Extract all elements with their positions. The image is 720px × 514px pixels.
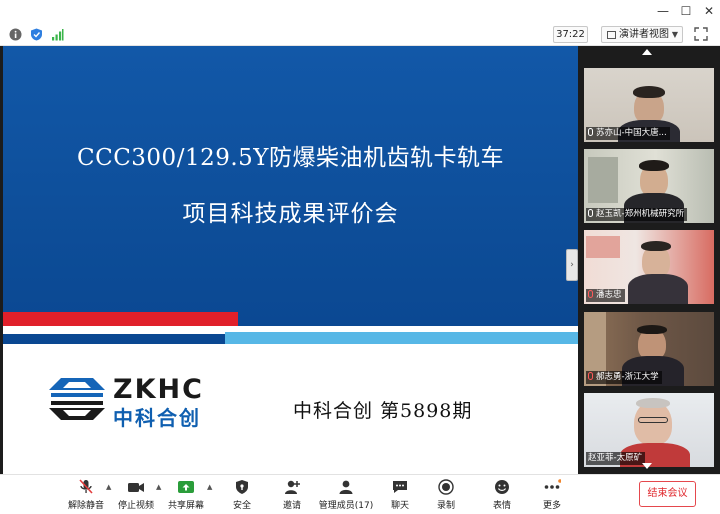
microphone-icon <box>588 128 593 136</box>
end-meeting-button[interactable]: 结束会议 <box>639 481 696 507</box>
unmute-button[interactable]: 解除静音 <box>62 477 110 513</box>
chevron-right-icon: › <box>570 260 574 270</box>
participant-name: 潘志忠 <box>596 290 622 300</box>
participant-hair <box>636 398 670 408</box>
slide-red-band <box>3 312 238 326</box>
participant-video-tile[interactable]: 郝志勇-浙江大学 <box>584 312 714 386</box>
close-window-button[interactable]: ✕ <box>698 2 720 20</box>
participant-body <box>628 274 688 304</box>
video-camera-icon <box>128 483 144 492</box>
participants-icon <box>339 480 353 494</box>
logo-text-en: ZKHC <box>113 374 204 405</box>
participant-hair <box>637 325 667 334</box>
meeting-stage: CCC300/129.5Y防爆柴油机齿轨卡轨车 项目科技成果评价会 ZKHC 中… <box>0 46 720 474</box>
participant-video-tile[interactable]: 赵玉凯-郑州机械研究所 <box>584 149 714 223</box>
more-button[interactable]: 更多 <box>532 477 572 513</box>
add-person-icon <box>285 480 300 494</box>
chat-icon <box>393 481 407 493</box>
video-options-chevron-icon[interactable]: ▲ <box>156 483 161 491</box>
stop-video-label: 停止视频 <box>117 501 154 511</box>
fullscreen-icon[interactable] <box>694 27 708 41</box>
record-icon <box>438 479 454 495</box>
participant-gallery: 苏亦山-中国大唐... 赵玉凯-郑州机械研究所 潘志忠 郝志勇-浙江大学 赵亚菲… <box>578 46 720 474</box>
participant-name: 赵亚菲-太原矿 <box>588 453 643 463</box>
manage-participants-button[interactable]: 管理成员(17) <box>318 477 374 513</box>
microphone-muted-icon <box>588 290 593 298</box>
zkhc-logo-icon <box>49 378 105 420</box>
chat-label: 聊天 <box>390 501 409 511</box>
share-options-chevron-icon[interactable]: ▲ <box>207 483 212 491</box>
invite-button[interactable]: 邀请 <box>272 477 312 513</box>
view-mode-dropdown[interactable]: 演讲者视图 ▼ <box>601 26 683 43</box>
shield-icon[interactable] <box>30 28 43 41</box>
grid-icon <box>607 31 616 39</box>
participant-name: 赵玉凯-郑州机械研究所 <box>596 209 685 219</box>
title-bar: — ☐ ✕ <box>0 0 720 22</box>
security-button[interactable]: 安全 <box>222 477 262 513</box>
participant-hair <box>639 160 669 171</box>
view-mode-label: 演讲者视图 <box>619 29 669 40</box>
meeting-window: — ☐ ✕ 37:22 演讲者视图 ▼ CCC300/129.5Y防爆柴油机齿轨… <box>0 0 720 514</box>
audio-options-chevron-icon[interactable]: ▲ <box>106 483 111 491</box>
share-screen-button[interactable]: 共享屏幕 <box>164 477 208 513</box>
stop-video-button[interactable]: 停止视频 <box>114 477 158 513</box>
meeting-toolbar: 解除静音 ▲ 停止视频 ▲ 共享屏幕 ▲ 安全 邀请 管理成员(17) 聊天 录… <box>0 474 720 514</box>
participant-name: 郝志勇-浙江大学 <box>596 372 659 382</box>
participant-name-label: 郝志勇-浙江大学 <box>586 371 662 384</box>
glasses <box>638 417 668 423</box>
scroll-up-arrow-icon[interactable] <box>642 49 652 55</box>
reactions-button[interactable]: 表情 <box>482 477 522 513</box>
minimize-button[interactable]: — <box>652 2 674 20</box>
info-icon[interactable] <box>9 28 22 41</box>
participant-hair <box>641 241 671 251</box>
share-screen-icon <box>178 481 194 493</box>
scroll-down-arrow-icon[interactable] <box>642 463 652 469</box>
security-label: 安全 <box>232 501 251 511</box>
slide-title-line1: CCC300/129.5Y防爆柴油机齿轨卡轨车 <box>77 145 504 171</box>
microphone-icon <box>588 209 593 217</box>
reactions-label: 表情 <box>492 501 511 511</box>
meeting-info-bar: 37:22 演讲者视图 ▼ <box>0 22 720 46</box>
participant-name-label: 潘志忠 <box>586 289 625 302</box>
record-label: 录制 <box>436 501 455 511</box>
microphone-muted-icon <box>79 479 93 494</box>
chat-button[interactable]: 聊天 <box>380 477 420 513</box>
microphone-muted-icon <box>588 372 593 380</box>
logo-text-cn: 中科合创 <box>113 406 201 430</box>
participant-name-label: 赵玉凯-郑州机械研究所 <box>586 208 688 221</box>
participant-name: 苏亦山-中国大唐... <box>596 128 667 138</box>
shield-icon <box>236 480 248 494</box>
share-screen-label: 共享屏幕 <box>167 501 204 511</box>
signal-icon[interactable] <box>51 28 64 41</box>
meeting-timer: 37:22 <box>553 26 588 43</box>
more-label: 更多 <box>542 501 561 511</box>
issue-number: 中科合创 第5898期 <box>293 400 473 422</box>
participant-video-tile[interactable]: 赵亚菲-太原矿 <box>584 393 714 467</box>
manage-participants-label: 管理成员(17) <box>318 501 374 511</box>
invite-label: 邀请 <box>282 501 301 511</box>
participant-video-tile[interactable]: 潘志忠 <box>584 230 714 304</box>
chevron-down-icon: ▼ <box>671 30 678 39</box>
emoji-icon <box>495 480 509 494</box>
participant-hair <box>633 86 665 98</box>
more-icon <box>544 479 561 489</box>
collapse-gallery-button[interactable]: › <box>566 249 578 281</box>
slide-title-line2: 项目科技成果评价会 <box>182 201 399 227</box>
maximize-button[interactable]: ☐ <box>675 2 697 20</box>
participant-video-tile[interactable]: 苏亦山-中国大唐... <box>584 68 714 142</box>
slide-cyan-band <box>225 332 578 344</box>
participant-name-label: 苏亦山-中国大唐... <box>586 127 670 140</box>
shared-slide: CCC300/129.5Y防爆柴油机齿轨卡轨车 项目科技成果评价会 ZKHC 中… <box>3 46 578 474</box>
participant-name-label: 赵亚菲-太原矿 <box>586 452 646 465</box>
record-button[interactable]: 录制 <box>426 477 466 513</box>
unmute-label: 解除静音 <box>67 501 104 511</box>
